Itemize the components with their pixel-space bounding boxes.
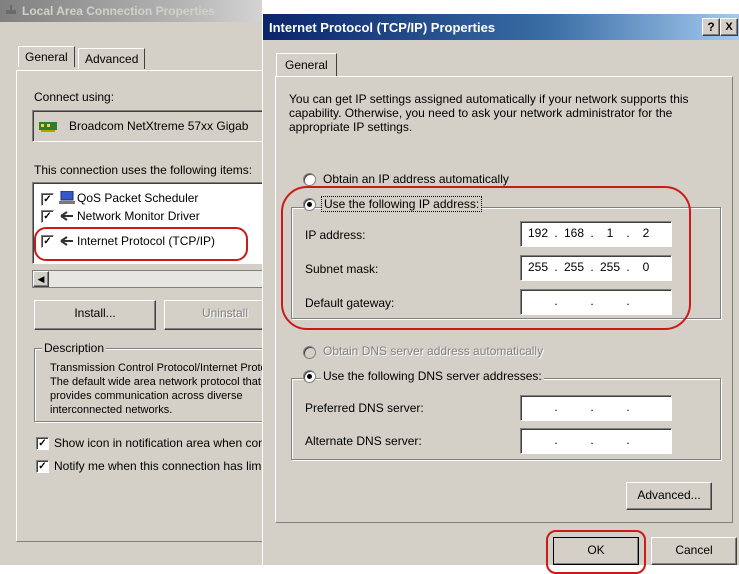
tab-general-label: General bbox=[285, 58, 328, 72]
left-window-titlebar[interactable]: Local Area Connection Properties bbox=[0, 0, 262, 22]
adapter-field: Broadcom NetXtreme 57xx Gigab bbox=[32, 110, 274, 142]
obtain-ip-radio[interactable] bbox=[303, 173, 316, 186]
dns-dot: . bbox=[590, 400, 594, 414]
cancel-button-label: Cancel bbox=[675, 543, 713, 557]
ok-highlight-box bbox=[546, 530, 646, 574]
obtain-dns-radio[interactable] bbox=[303, 346, 316, 359]
help-button[interactable]: ? bbox=[702, 18, 720, 36]
adapter-name: Broadcom NetXtreme 57xx Gigab bbox=[69, 119, 249, 133]
tab-general-left[interactable]: General bbox=[18, 46, 75, 67]
tab-advanced-left[interactable]: Advanced bbox=[78, 48, 146, 69]
advanced-button-label: Advanced... bbox=[637, 488, 701, 502]
tcpip-dialog-titlebar[interactable]: Internet Protocol (TCP/IP) Properties ? … bbox=[263, 14, 739, 40]
netmon-icon bbox=[59, 210, 75, 225]
tcpip-highlight-box bbox=[34, 227, 248, 261]
network-connection-icon bbox=[5, 4, 17, 16]
alternate-dns-input[interactable]: . . . bbox=[520, 428, 672, 454]
preferred-dns-label: Preferred DNS server: bbox=[305, 401, 424, 415]
dns-dot: . bbox=[626, 433, 630, 447]
components-label: This connection uses the following items… bbox=[34, 163, 253, 177]
network-card-icon bbox=[39, 120, 57, 135]
tab-general-left-label: General bbox=[25, 50, 68, 64]
scroll-left-button[interactable]: ◀ bbox=[33, 271, 49, 287]
obtain-ip-label: Obtain an IP address automatically bbox=[323, 172, 509, 186]
dns-dot: . bbox=[554, 400, 558, 414]
install-button[interactable]: Install... bbox=[34, 300, 156, 330]
tab-general[interactable]: General bbox=[276, 53, 337, 76]
preferred-dns-input[interactable]: . . . bbox=[520, 395, 672, 421]
show-icon-checkbox[interactable]: ✓ bbox=[36, 437, 49, 450]
dns-dot: . bbox=[626, 400, 630, 414]
notify-checkbox[interactable]: ✓ bbox=[36, 460, 49, 473]
description-text: Transmission Control Protocol/Internet P… bbox=[50, 362, 284, 413]
use-dns-label: Use the following DNS server addresses: bbox=[321, 369, 544, 383]
local-area-connection-window: Local Area Connection Properties General… bbox=[0, 0, 378, 565]
component-label: Network Monitor Driver bbox=[77, 209, 200, 223]
tcpip-dialog-title: Internet Protocol (TCP/IP) Properties bbox=[269, 20, 496, 35]
install-button-label: Install... bbox=[74, 306, 116, 320]
dns-dot: . bbox=[554, 433, 558, 447]
cancel-button[interactable]: Cancel bbox=[651, 537, 737, 565]
intro-text: You can get IP settings assigned automat… bbox=[289, 92, 689, 134]
netmon-checkbox[interactable]: ✓ bbox=[41, 210, 54, 223]
description-label: Description bbox=[42, 341, 107, 355]
left-window-title: Local Area Connection Properties bbox=[22, 4, 215, 18]
dns-dot: . bbox=[590, 433, 594, 447]
connect-using-label: Connect using: bbox=[34, 90, 115, 104]
qos-icon bbox=[59, 190, 75, 208]
close-button[interactable]: X bbox=[720, 18, 738, 36]
obtain-dns-label: Obtain DNS server address automatically bbox=[323, 344, 544, 358]
ip-settings-highlight-box bbox=[281, 186, 691, 330]
alternate-dns-label: Alternate DNS server: bbox=[305, 434, 422, 448]
use-dns-radio[interactable] bbox=[303, 370, 316, 383]
help-icon: ? bbox=[707, 20, 715, 34]
qos-checkbox[interactable]: ✓ bbox=[41, 193, 54, 206]
uninstall-button-label: Uninstall bbox=[201, 306, 249, 320]
tcpip-properties-dialog: Internet Protocol (TCP/IP) Properties ? … bbox=[262, 14, 739, 574]
components-scrollbar[interactable]: ◀ bbox=[32, 270, 274, 288]
advanced-button[interactable]: Advanced... bbox=[626, 482, 712, 510]
component-label: QoS Packet Scheduler bbox=[77, 191, 199, 205]
close-icon: X bbox=[725, 21, 733, 33]
tab-advanced-left-label: Advanced bbox=[85, 52, 139, 66]
